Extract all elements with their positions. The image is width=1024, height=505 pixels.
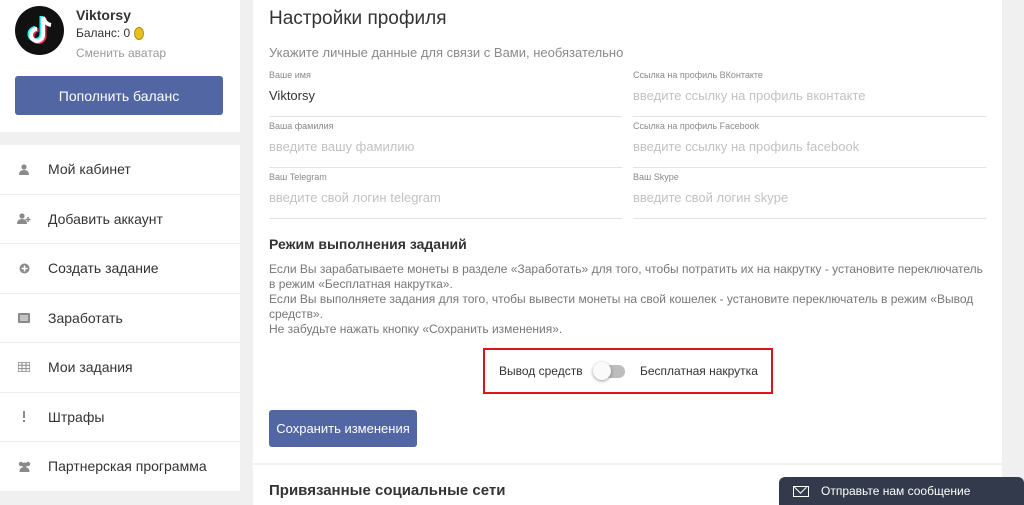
- task-mode-switch[interactable]: [593, 362, 625, 380]
- field-label: Ваш Telegram: [269, 172, 327, 182]
- sidebar: Viktorsy Баланс: 0 Сменить аватар Пополн…: [0, 0, 240, 505]
- task-mode-toggle-highlight: Вывод средств Бесплатная накрутка: [483, 348, 773, 394]
- skype-field[interactable]: Ваш Skype введите свой логин skype: [633, 172, 986, 219]
- user-icon: [0, 164, 48, 175]
- sidebar-item-fines[interactable]: Штрафы: [0, 393, 240, 442]
- save-changes-button[interactable]: Сохранить изменения: [269, 410, 417, 447]
- sidebar-item-label: Заработать: [48, 309, 123, 326]
- envelope-icon: [793, 485, 809, 497]
- field-label: Ссылка на профиль Facebook: [633, 121, 760, 131]
- task-mode-title: Режим выполнения заданий: [269, 236, 467, 252]
- sidebar-item-label: Мой кабинет: [48, 161, 131, 178]
- sidebar-item-label: Партнерская программа: [48, 458, 207, 475]
- sidebar-item-my-cabinet[interactable]: Мой кабинет: [0, 145, 240, 195]
- page-subtitle: Укажите личные данные для связи с Вами, …: [269, 45, 624, 60]
- field-label: Ваша фамилия: [269, 121, 334, 131]
- sidebar-item-label: Добавить аккаунт: [48, 210, 163, 227]
- withdraw-mode-label[interactable]: Вывод средств: [499, 364, 583, 378]
- users-icon: [0, 461, 48, 472]
- field-placeholder[interactable]: введите ссылку на профиль facebook: [633, 139, 859, 154]
- sidebar-item-label: Мои задания: [48, 359, 133, 376]
- profile-settings-panel: Настройки профиля Укажите личные данные …: [253, 0, 1002, 463]
- free-boost-mode-label[interactable]: Бесплатная накрутка: [640, 364, 758, 378]
- description-line: Если Вы зарабатываете монеты в разделе «…: [269, 262, 983, 291]
- field-label: Ваш Skype: [633, 172, 679, 182]
- description-line: Не забудьте нажать кнопку «Сохранить изм…: [269, 322, 563, 336]
- user-plus-icon: [0, 213, 48, 225]
- sidebar-item-create-task[interactable]: Создать задание: [0, 244, 240, 294]
- coin-icon: [134, 26, 145, 40]
- balance-label: Баланс: 0: [76, 26, 131, 40]
- sidebar-item-my-tasks[interactable]: Мои задания: [0, 343, 240, 393]
- field-value[interactable]: Viktorsy: [269, 88, 315, 103]
- profile-card: Viktorsy Баланс: 0 Сменить аватар Пополн…: [0, 0, 240, 132]
- last-name-field[interactable]: Ваша фамилия введите вашу фамилию: [269, 121, 622, 168]
- username: Viktorsy: [76, 7, 131, 23]
- sidebar-item-earn[interactable]: Заработать: [0, 294, 240, 343]
- exclamation-icon: [0, 411, 48, 423]
- description-line: Если Вы выполняете задания для того, что…: [269, 292, 974, 321]
- topup-balance-button[interactable]: Пополнить баланс: [15, 76, 223, 115]
- telegram-field[interactable]: Ваш Telegram введите свой логин telegram: [269, 172, 622, 219]
- page-title: Настройки профиля: [269, 8, 447, 29]
- sidebar-menu: Мой кабинет Добавить аккаунт Создать зад…: [0, 145, 240, 492]
- field-label: Ваше имя: [269, 70, 311, 80]
- grid-icon: [0, 362, 48, 373]
- avatar[interactable]: [15, 6, 64, 55]
- sidebar-item-label: Штрафы: [48, 408, 105, 425]
- facebook-link-field[interactable]: Ссылка на профиль Facebook введите ссылк…: [633, 121, 986, 168]
- sidebar-item-label: Создать задание: [48, 260, 159, 277]
- chat-widget-button[interactable]: Отправьте нам сообщение: [779, 477, 1024, 505]
- field-placeholder[interactable]: введите свой логин skype: [633, 190, 788, 205]
- list-icon: [0, 312, 48, 323]
- linked-social-title: Привязанные социальные сети: [269, 482, 506, 499]
- vk-link-field[interactable]: Ссылка на профиль ВКонтакте введите ссыл…: [633, 70, 986, 117]
- chat-widget-label: Отправьте нам сообщение: [821, 484, 971, 498]
- tiktok-logo-icon: [27, 16, 52, 44]
- balance: Баланс: 0: [76, 26, 145, 40]
- plus-circle-icon: [0, 263, 48, 274]
- field-placeholder[interactable]: введите ссылку на профиль вконтакте: [633, 88, 866, 103]
- field-label: Ссылка на профиль ВКонтакте: [633, 70, 763, 80]
- change-avatar-link[interactable]: Сменить аватар: [76, 46, 166, 60]
- task-mode-description: Если Вы зарабатываете монеты в разделе «…: [269, 262, 989, 337]
- first-name-field[interactable]: Ваше имя Viktorsy: [269, 70, 622, 117]
- sidebar-item-add-account[interactable]: Добавить аккаунт: [0, 195, 240, 244]
- switch-knob[interactable]: [593, 362, 611, 380]
- field-placeholder[interactable]: введите вашу фамилию: [269, 139, 414, 154]
- field-placeholder[interactable]: введите свой логин telegram: [269, 190, 441, 205]
- sidebar-item-partner-program[interactable]: Партнерская программа: [0, 442, 240, 492]
